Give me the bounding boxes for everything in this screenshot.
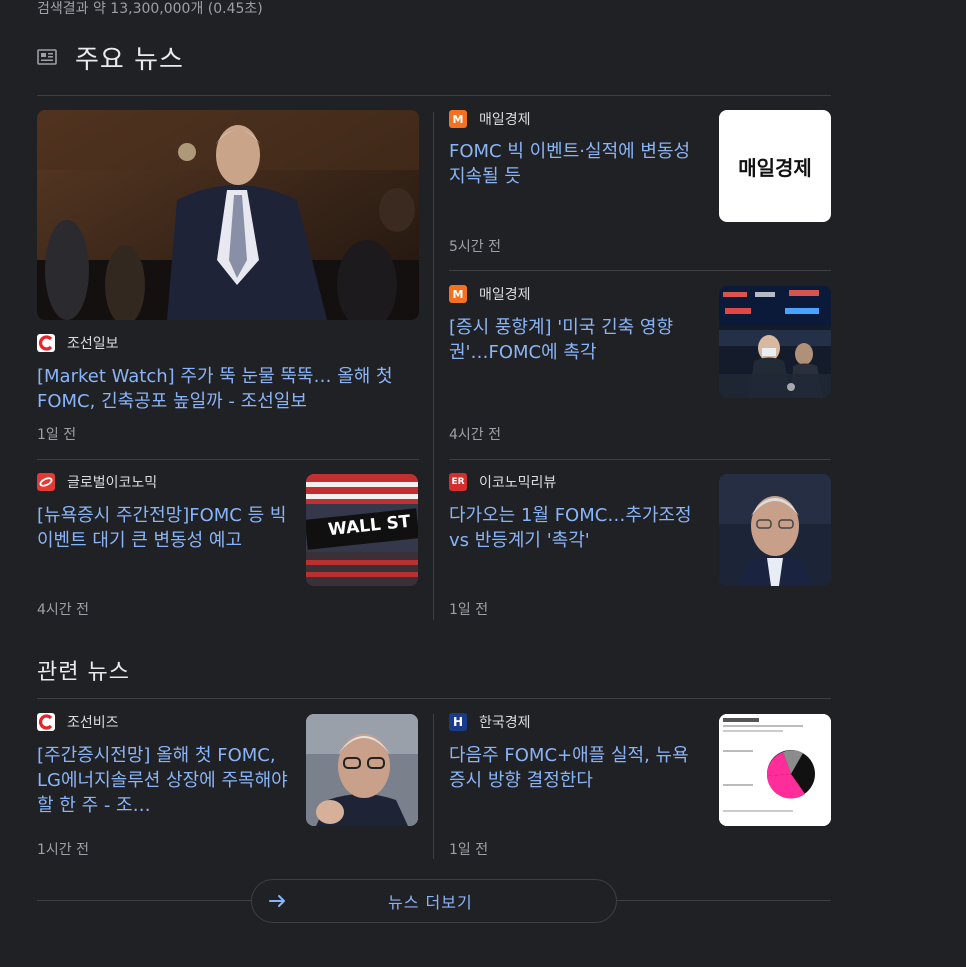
maeil-logo-icon: M	[449, 285, 467, 303]
global-economic-logo-icon	[37, 473, 55, 491]
article-headline[interactable]: [증시 풍향계] '미국 긴축 영향권'…FOMC에 촉각	[449, 315, 711, 365]
pie-chart-image	[719, 714, 831, 826]
article-source: 조선일보	[37, 333, 119, 353]
source-name: 한국경제	[479, 715, 531, 731]
article-source: H 한국경제	[449, 712, 531, 732]
article-source: M 매일경제	[449, 284, 531, 304]
article-time: 1일 전	[449, 602, 489, 618]
photo-speaker-gesture	[306, 714, 418, 826]
article-thumbnail[interactable]: 매일경제	[719, 110, 831, 222]
source-name: 조선일보	[67, 336, 119, 352]
more-news-button[interactable]: 뉴스 더보기	[251, 879, 617, 923]
divider	[449, 270, 831, 271]
top-news-title: 주요 뉴스	[75, 44, 184, 75]
article-time: 4시간 전	[37, 602, 89, 618]
arrow-right-icon	[269, 895, 285, 907]
article-headline[interactable]: 다음주 FOMC+애플 실적, 뉴욕 증시 방향 결정한다	[449, 743, 707, 793]
result-stats: 검색결과 약 13,300,000개 (0.45초)	[37, 1, 263, 17]
article-source: 조선비즈	[37, 712, 119, 732]
article-time: 1일 전	[449, 842, 489, 858]
photo-fed-chair	[37, 110, 419, 320]
article-time: 1시간 전	[37, 842, 89, 858]
article-thumbnail[interactable]	[37, 110, 419, 320]
column-divider	[433, 112, 434, 620]
article-thumbnail[interactable]	[306, 714, 418, 826]
article-source: ER 이코노믹리뷰	[449, 472, 556, 492]
article-thumbnail[interactable]	[719, 474, 831, 586]
maeil-wordmark: 매일경제	[738, 155, 812, 180]
chosun-logo-icon	[37, 334, 55, 352]
source-name: 매일경제	[479, 112, 531, 128]
article-time: 4시간 전	[449, 427, 501, 443]
article-headline[interactable]: 다가오는 1월 FOMC…추가조정 vs 반등계기 '촉각'	[449, 503, 711, 553]
divider	[37, 698, 831, 699]
article-thumbnail[interactable]	[719, 286, 831, 398]
article-time: 1일 전	[37, 427, 77, 443]
divider	[37, 900, 251, 901]
top-news-header: 주요 뉴스	[37, 40, 184, 75]
source-name: 조선비즈	[67, 715, 119, 731]
source-name: 이코노믹리뷰	[479, 475, 557, 491]
article-headline[interactable]: FOMC 빅 이벤트·실적에 변동성 지속될 듯	[449, 139, 699, 189]
newspaper-icon	[37, 49, 57, 65]
source-name: 글로벌이코노믹	[67, 475, 158, 491]
economic-review-logo-icon: ER	[449, 473, 467, 491]
article-time: 5시간 전	[449, 239, 501, 255]
divider	[449, 459, 831, 460]
divider	[37, 459, 419, 460]
article-headline[interactable]: [주간증시전망] 올해 첫 FOMC, LG에너지솔루션 상장에 주목해야 할 …	[37, 743, 299, 818]
divider	[37, 95, 831, 96]
hankyung-logo-icon: H	[449, 713, 467, 731]
article-source: M 매일경제	[449, 109, 531, 129]
photo-stock-board	[719, 286, 831, 398]
article-thumbnail[interactable]	[719, 714, 831, 826]
maeil-logo-icon: M	[449, 110, 467, 128]
more-news-label: 뉴스 더보기	[388, 893, 473, 912]
article-headline[interactable]: [Market Watch] 주가 뚝 눈물 뚝뚝… 올해 첫 FOMC, 긴축…	[37, 364, 419, 414]
photo-fed-chair-portrait	[719, 474, 831, 586]
source-name: 매일경제	[479, 287, 531, 303]
article-headline[interactable]: [뉴욕증시 주간전망]FOMC 등 빅 이벤트 대기 큰 변동성 예고	[37, 503, 295, 553]
chosun-biz-logo-icon	[37, 713, 55, 731]
column-divider	[433, 714, 434, 859]
article-thumbnail[interactable]: WALL ST	[306, 474, 418, 586]
article-source: 글로벌이코노믹	[37, 472, 157, 492]
related-news-title: 관련 뉴스	[37, 660, 130, 685]
divider	[616, 900, 831, 901]
